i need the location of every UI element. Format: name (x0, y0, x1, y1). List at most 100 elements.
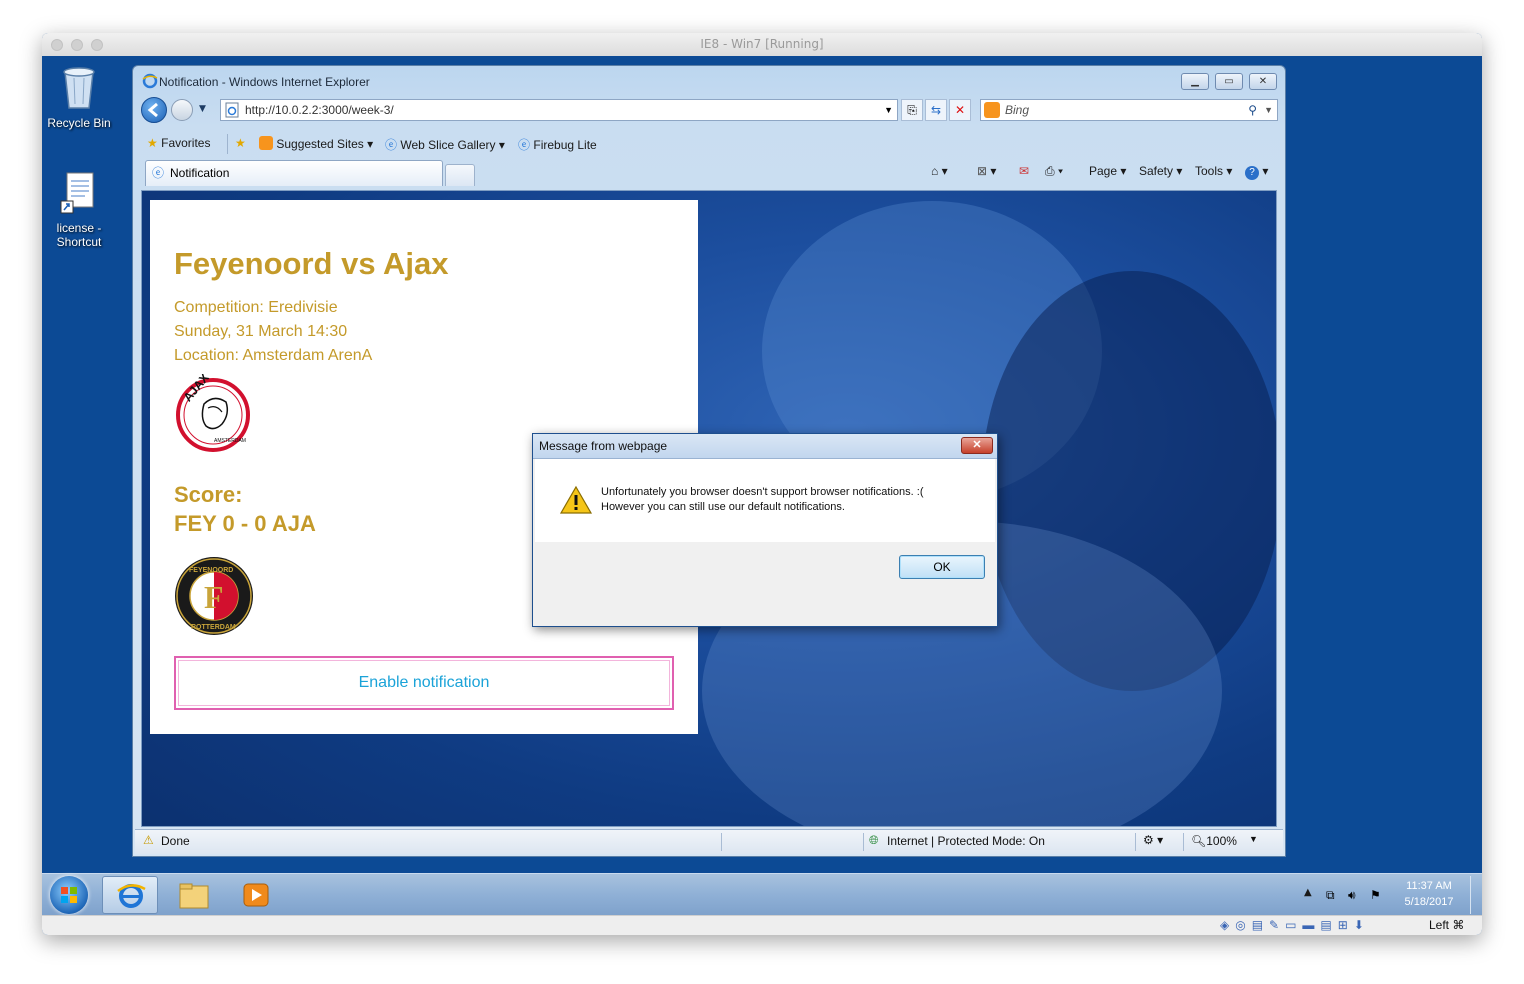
recycle-bin-label: Recycle Bin (47, 116, 111, 130)
date-text: Sunday, 31 March 14:30 (174, 323, 348, 340)
search-icon[interactable]: ⚲ (1248, 100, 1257, 120)
score-value: FEY 0 - 0 AJA (174, 511, 316, 536)
ie-icon (117, 884, 146, 908)
ok-button[interactable]: OK (899, 555, 985, 579)
page-menu-label: Page (1089, 164, 1118, 178)
address-bar[interactable]: http://10.0.2.2:3000/week-3/ ▼ (220, 99, 898, 121)
suggested-sites-link[interactable]: Suggested Sites ▾ (259, 136, 373, 151)
divider (863, 833, 864, 851)
minimize-button[interactable]: ▁ (1181, 73, 1209, 90)
divider (1183, 833, 1184, 851)
zoom-dot-icon[interactable] (91, 39, 103, 51)
zoom-control[interactable]: 🔍︎100% (1191, 834, 1237, 848)
safety-menu-label: Safety (1139, 164, 1174, 178)
divider (227, 134, 228, 154)
home-button[interactable]: ⌂ ▾ (931, 164, 948, 178)
vm-window: IE8 - Win7 [Running] Recycle Bin license… (42, 33, 1482, 935)
maximize-button[interactable]: ▭ (1215, 73, 1243, 90)
warning-icon (559, 485, 593, 519)
address-dropdown-icon[interactable]: ▼ (884, 100, 893, 120)
status-bar: ⚠ Done 🌐︎ Internet | Protected Mode: On … (135, 829, 1283, 854)
clock-time: 11:37 AM (1406, 880, 1452, 892)
dialog-close-button[interactable]: ✕ (961, 437, 993, 454)
help-icon: ? (1245, 166, 1259, 180)
divider (721, 833, 722, 851)
feeds-button[interactable]: ⊠ ▾ (977, 164, 996, 178)
dialog-message-line1: Unfortunately you browser doesn't suppor… (601, 486, 924, 498)
enable-notification-button[interactable]: Enable notification (174, 656, 674, 710)
clock-date: 5/18/2017 (1404, 896, 1454, 908)
minimize-dot-icon[interactable] (71, 39, 83, 51)
new-tab-button[interactable] (445, 164, 475, 186)
refresh-button[interactable]: ⇆ (925, 99, 947, 121)
read-mail-button[interactable]: ✉ (1019, 164, 1029, 178)
taskbar-ie-button[interactable] (102, 876, 158, 914)
forward-button[interactable] (171, 99, 193, 121)
start-button[interactable] (50, 876, 88, 914)
match-title: Feyenoord vs Ajax (174, 246, 449, 281)
safety-menu[interactable]: Safety ▾ (1139, 164, 1182, 178)
zoom-dropdown-icon[interactable]: ▼ (1249, 834, 1258, 844)
show-desktop-button[interactable] (1470, 876, 1481, 914)
mail-icon: ✉ (1019, 164, 1030, 178)
recycle-bin-shortcut[interactable]: Recycle Bin (42, 64, 117, 130)
location-text: Location: Amsterdam ArenA (174, 347, 373, 364)
zoom-level: 100% (1206, 834, 1237, 848)
taskbar-explorer-button[interactable] (166, 876, 222, 914)
show-hidden-icons-button[interactable]: ▲ (1304, 887, 1312, 898)
recycle-bin-icon (42, 64, 117, 113)
favorites-button[interactable]: ★ Favorites (147, 136, 210, 150)
clock[interactable]: 11:37 AM 5/18/2017 (1394, 878, 1464, 910)
media-player-icon (243, 883, 269, 907)
license-shortcut[interactable]: license - Shortcut (42, 171, 117, 249)
dialog-message-line2: However you can still use our default no… (601, 501, 845, 513)
compatibility-view-button[interactable]: ⎘ (901, 99, 923, 121)
web-slice-gallery-link[interactable]: ⓔ Web Slice Gallery ▾ (385, 136, 505, 153)
vm-device-icons[interactable]: ◈◎▤✎▭▬▤⊞⬇ (1220, 918, 1370, 932)
tab-label: Notification (170, 166, 230, 180)
search-placeholder: Bing (1005, 103, 1030, 117)
protected-mode-icon[interactable]: ⚙ ▾ (1143, 833, 1163, 847)
security-zone-text[interactable]: Internet | Protected Mode: On (887, 834, 1045, 848)
help-button[interactable]: ? ▾ (1245, 164, 1268, 180)
firebug-lite-link[interactable]: ⓔ Firebug Lite (518, 136, 597, 153)
suggested-sites-label: Suggested Sites (276, 137, 364, 151)
address-text[interactable]: http://10.0.2.2:3000/week-3/ (245, 100, 394, 120)
window-title: Notification - Windows Internet Explorer (159, 75, 370, 89)
tab-ie-icon: ⓔ (152, 166, 165, 180)
search-box[interactable]: Bing ⚲ ▼ (980, 99, 1278, 121)
print-button[interactable]: ⎙ ▾ (1045, 164, 1063, 179)
printer-icon: ⎙ (1045, 164, 1055, 178)
folder-icon (179, 883, 209, 909)
windows-logo-icon (61, 887, 77, 903)
action-center-icon[interactable]: ⚑ (1370, 888, 1382, 902)
stop-button[interactable]: ✕ (949, 99, 971, 121)
add-favorites-icon[interactable]: ★ (235, 136, 246, 150)
tab-row: ⓔ Notification ⌂ ▾ ⊠ ▾ ✉ ⎙ ▾ Page ▾ Safe… (135, 159, 1283, 187)
web-slice-gallery-label: Web Slice Gallery (400, 138, 496, 152)
recent-pages-dropdown[interactable]: ▼ (199, 104, 206, 114)
feyenoord-logo: F FEYENOORD ROTTERDAM (174, 556, 254, 640)
volume-icon[interactable]: 🔊︎ (1348, 888, 1360, 902)
close-dot-icon[interactable] (51, 39, 63, 51)
vm-title: IE8 - Win7 [Running] (700, 37, 824, 51)
favorites-bar: ★ Favorites ★ Suggested Sites ▾ ⓔ Web Sl… (135, 132, 1283, 156)
favorites-star-icon: ★ (147, 136, 158, 150)
tools-menu[interactable]: Tools ▾ (1195, 164, 1232, 178)
vm-titlebar: IE8 - Win7 [Running] (42, 33, 1482, 57)
desktop: Recycle Bin license - Shortcut Notificat… (42, 56, 1482, 873)
taskbar-media-player-button[interactable] (228, 876, 284, 914)
score-label: Score: (174, 482, 243, 507)
close-window-button[interactable]: ✕ (1249, 73, 1277, 90)
page-menu[interactable]: Page ▾ (1089, 164, 1126, 178)
feyenoord-ring-top: FEYENOORD (189, 567, 233, 574)
back-button[interactable] (141, 97, 167, 123)
back-arrow-icon (147, 102, 158, 118)
tab-notification[interactable]: ⓔ Notification (145, 160, 443, 186)
alert-dialog: Message from webpage ✕ Unfortunately you… (532, 433, 998, 627)
home-icon: ⌂ (931, 164, 939, 178)
feyenoord-letter: F (204, 579, 224, 615)
firebug-lite-label: Firebug Lite (533, 138, 597, 152)
search-dropdown-icon[interactable]: ▼ (1264, 100, 1273, 120)
network-icon[interactable]: ⧉ (1326, 888, 1338, 902)
